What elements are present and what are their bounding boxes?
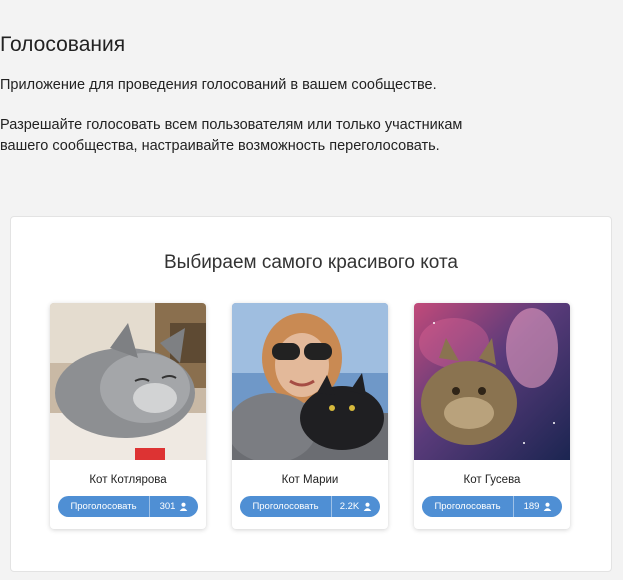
candidate-name: Кот Котлярова — [89, 474, 167, 486]
candidate-name: Кот Гусева — [463, 474, 521, 486]
vote-button[interactable]: Проголосовать — [422, 496, 514, 517]
vote-count-value: 301 — [159, 501, 176, 512]
vote-count[interactable]: 301 — [150, 496, 198, 517]
user-icon — [179, 502, 188, 511]
page-title: Голосования — [0, 33, 126, 56]
vote-count-value: 2.2K — [339, 501, 360, 512]
vote-count-value: 189 — [523, 501, 540, 512]
candidate-card: Кот Марии Проголосовать 2.2K — [232, 303, 388, 529]
vote-control: Проголосовать 189 — [422, 496, 562, 517]
cat-photo — [232, 303, 388, 460]
page-description: Разрешайте голосовать всем пользователям… — [0, 115, 623, 157]
candidate-card: Кот Котлярова Проголосовать 301 — [50, 303, 206, 529]
poll-panel: Выбираем самого красивого кота Кот Котля… — [10, 216, 612, 572]
vote-control: Проголосовать 2.2K — [240, 496, 380, 517]
cat-photo — [50, 303, 206, 460]
candidate-name: Кот Марии — [281, 474, 339, 486]
description-line-1: Разрешайте голосовать всем пользователям… — [0, 117, 463, 133]
vote-button[interactable]: Проголосовать — [240, 496, 332, 517]
poll-title: Выбираем самого красивого кота — [163, 252, 459, 273]
cat-photo — [414, 303, 570, 460]
user-icon — [363, 502, 372, 511]
description-line-2: вашего сообщества, настраивайте возможно… — [0, 138, 440, 154]
vote-control: Проголосовать 301 — [58, 496, 198, 517]
candidate-card: Кот Гусева Проголосовать 189 — [414, 303, 570, 529]
user-icon — [543, 502, 552, 511]
page-subtitle: Приложение для проведения голосований в … — [0, 77, 437, 93]
vote-count[interactable]: 189 — [514, 496, 562, 517]
vote-count[interactable]: 2.2K — [332, 496, 380, 517]
vote-button[interactable]: Проголосовать — [58, 496, 150, 517]
